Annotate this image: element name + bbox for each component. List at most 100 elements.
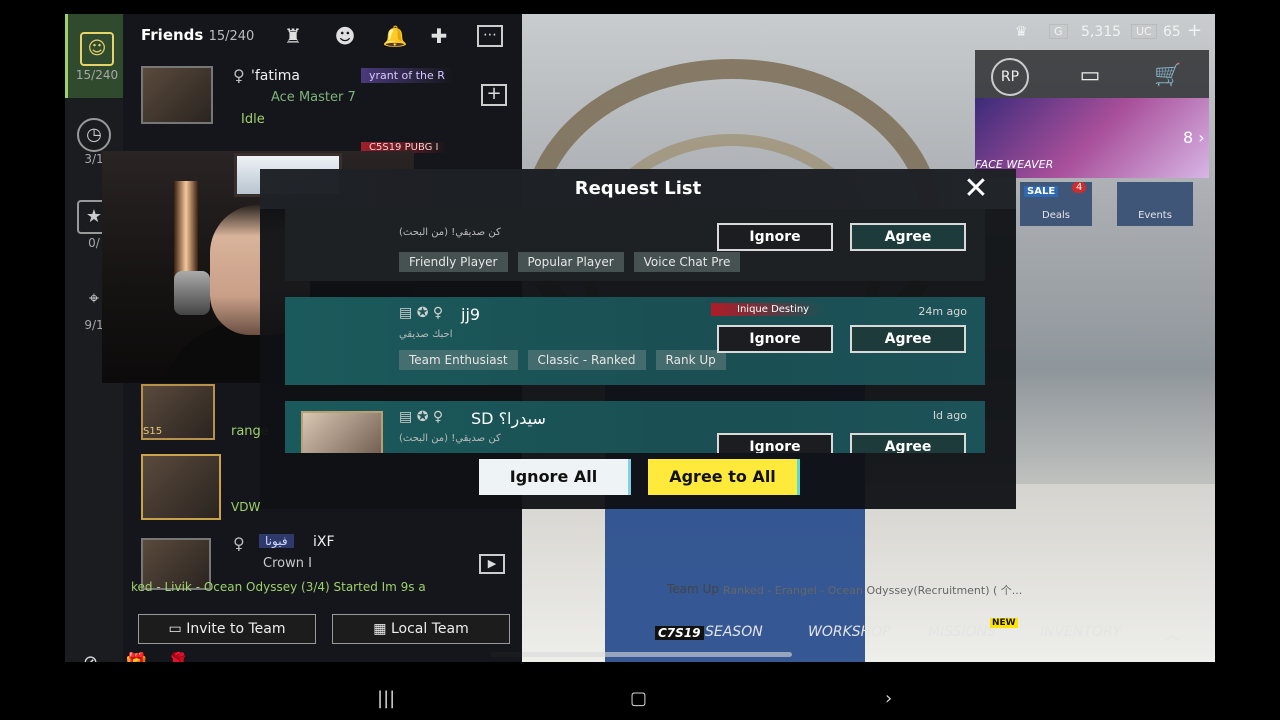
rank-emblem-icon: ✪: [416, 409, 429, 425]
workshop-tab[interactable]: WORKSHOP: [808, 624, 891, 640]
ignore-button[interactable]: Ignore: [717, 325, 833, 353]
friend-title-tag: yrant of the R: [361, 68, 453, 83]
requester-name: SD سيدرا؟: [471, 409, 546, 428]
team-icon: ▭: [168, 621, 187, 637]
add-friend-icon[interactable]: ✚: [425, 22, 453, 50]
flag-icon: ▤: [399, 305, 413, 321]
rank-emblem-icon: ✪: [416, 305, 429, 321]
friend-rank: Crown I: [263, 556, 312, 571]
friend-tag: فيونا: [259, 534, 294, 548]
friend-row[interactable]: ♀ فيونا iXF Crown I ▶ ked - Livik - Ocea…: [131, 534, 521, 608]
dialog-title: Request List: [260, 169, 1016, 209]
chef-hat-icon[interactable]: ♜: [279, 22, 307, 50]
agree-button[interactable]: Agree: [850, 223, 966, 251]
agree-button[interactable]: Agree: [850, 325, 966, 353]
ignore-button[interactable]: Ignore: [717, 223, 833, 251]
chat-add-icon[interactable]: ☻: [331, 22, 359, 50]
invite-to-team-label: Invite to Team: [186, 621, 286, 637]
events-tab[interactable]: Events: [1117, 182, 1193, 226]
requester-name: jj9: [461, 305, 481, 324]
uc-icon: UC: [1131, 24, 1157, 39]
close-icon[interactable]: ✕: [960, 173, 992, 205]
camera-off-icon[interactable]: ⊘: [83, 652, 98, 662]
request-badges: ▤ ✪ ♀: [399, 305, 443, 321]
request-row: ▤ ✪ ♀ SD سيدرا؟ كن صديقي! (من البحث) Id …: [285, 401, 985, 453]
rail-friends-count: 15/240: [75, 68, 119, 82]
request-subtitle: كن صديقي! (من البحث): [399, 433, 501, 444]
rail-friends-tab[interactable]: ☺ 15/240: [65, 14, 123, 98]
agree-button[interactable]: Agree: [850, 433, 966, 453]
sale-badge: SALE: [1024, 186, 1059, 197]
qr-icon: ▦: [373, 621, 391, 637]
request-tag: Voice Chat Pre: [633, 252, 741, 272]
uc-amount: 65: [1163, 24, 1181, 40]
contacts-icon: ☺: [80, 32, 114, 66]
local-team-button[interactable]: ▦ Local Team: [332, 614, 510, 644]
request-tags: Team Enthusiast Classic - Ranked Rank Up: [399, 349, 736, 370]
inventory-tab[interactable]: INVENTORY: [1040, 624, 1121, 640]
season-tab[interactable]: SEASON: [705, 624, 763, 640]
friends-title: Friends 15/240: [141, 26, 254, 44]
request-subtitle: احبك صديقي: [399, 329, 453, 340]
female-icon: ♀: [233, 534, 245, 553]
shop-cart-icon[interactable]: 🛒: [1145, 58, 1191, 94]
recent-clock-icon[interactable]: ◷: [77, 118, 111, 152]
agree-to-all-button[interactable]: Agree to All: [648, 459, 800, 495]
friend-avatar: [141, 66, 213, 124]
local-team-label: Local Team: [390, 621, 469, 637]
friend-rank-name: Ace Master: [271, 90, 344, 105]
friend-rank: Ace Master 7: [271, 90, 356, 105]
back-chevron-icon[interactable]: ›: [885, 688, 892, 709]
request-subtitle: كن صديقي! (من البحث): [399, 227, 501, 238]
title-badge: Inique Destiny: [711, 303, 824, 316]
requester-avatar: [301, 411, 383, 453]
expand-chevron-icon[interactable]: ︿: [1165, 624, 1179, 644]
request-row: كن صديقي! (من البحث) Friendly Player Popu…: [285, 209, 985, 281]
request-tag: Friendly Player: [399, 252, 508, 272]
add-uc-button[interactable]: +: [1187, 20, 1202, 41]
friend-row[interactable]: ♀ 'fatima yrant of the R Ace Master 7 Id…: [141, 66, 521, 140]
missions-new-badge: NEW: [990, 618, 1018, 628]
game-screen: ♛ G 5,315 UC 65 + RP ▭ 🛒 FACE WEAVER 8 ›…: [65, 14, 1215, 662]
ignore-all-button[interactable]: Ignore All: [479, 459, 631, 495]
request-time: Id ago: [932, 409, 967, 422]
more-options-icon[interactable]: ⋯: [477, 25, 503, 47]
notification-bell-icon[interactable]: 🔔: [381, 22, 409, 50]
spectate-play-icon[interactable]: ▶: [479, 554, 505, 574]
deals-tab[interactable]: SALE 4 Deals: [1020, 182, 1092, 226]
royale-pass-button[interactable]: RP: [991, 58, 1029, 96]
bp-icon: G: [1049, 24, 1068, 39]
request-row: ▤ ✪ ♀ jj9 احبك صديقي Inique Destiny 24m …: [285, 297, 985, 385]
recent-apps-icon[interactable]: |||: [377, 688, 395, 709]
friend-name: iXF: [313, 534, 335, 550]
request-list: كن صديقي! (من البحث) Friendly Player Popu…: [285, 209, 985, 453]
missions-tab[interactable]: MISSIONS: [928, 624, 996, 640]
deals-count-badge: 4: [1072, 182, 1087, 193]
hud-shop-bar: RP ▭ 🛒: [975, 50, 1209, 102]
friends-count: 15/240: [208, 29, 255, 44]
invite-plus-button[interactable]: +: [481, 84, 507, 106]
crate-icon[interactable]: ▭: [1067, 58, 1113, 94]
invite-to-team-button[interactable]: ▭ Invite to Team: [138, 614, 316, 644]
events-label: Events: [1138, 210, 1172, 221]
promo-count-value: 8: [1183, 128, 1194, 147]
request-tag: Rank Up: [655, 350, 726, 370]
female-icon: ♀: [432, 409, 444, 425]
rp-label: RP: [1000, 69, 1020, 85]
friend-name: 'fatima: [251, 68, 300, 84]
friend-rank-level: 7: [347, 90, 356, 105]
rose-icon[interactable]: 🌹: [167, 652, 189, 662]
ignore-button[interactable]: Ignore: [717, 433, 833, 453]
request-list-dialog: Request List ✕ كن صديقي! (من البحث) Frie…: [260, 169, 1016, 509]
friend-avatar: [141, 454, 221, 520]
promo-banner[interactable]: FACE WEAVER: [975, 98, 1209, 178]
flag-icon: ▤: [399, 409, 413, 425]
team-up-label[interactable]: Team Up: [667, 582, 719, 596]
home-indicator: [490, 652, 792, 657]
bp-amount: 5,315: [1081, 24, 1122, 40]
gift-icon[interactable]: 🎁: [125, 652, 147, 662]
promo-count[interactable]: 8 ›: [1183, 128, 1205, 147]
friend-status-line: VDW: [231, 500, 261, 514]
female-icon: ♀: [432, 305, 444, 321]
home-icon[interactable]: ▢: [630, 688, 647, 709]
